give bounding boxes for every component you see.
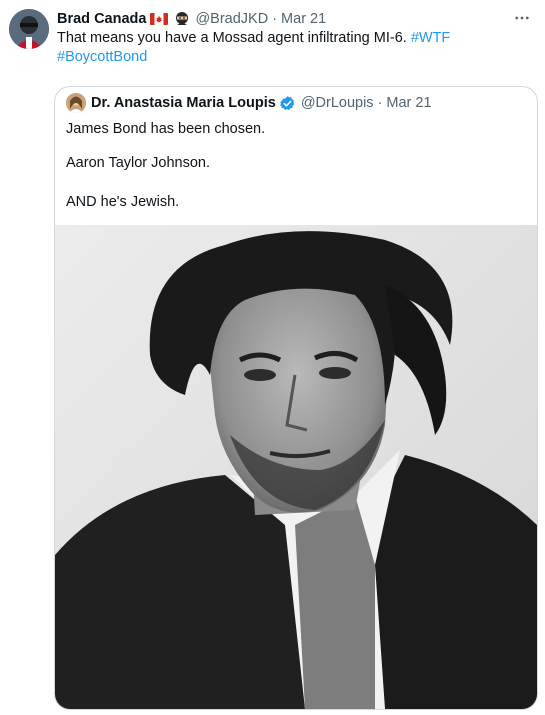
quote-header: Dr. Anastasia Maria Loupis @DrLoupis · M… [66, 93, 432, 113]
more-options-icon[interactable] [511, 8, 533, 28]
quote-author-name[interactable]: Dr. Anastasia Maria Loupis [91, 95, 276, 111]
hashtag-wtf[interactable]: #WTF [411, 30, 450, 46]
tweet-body: That means you have a Mossad agent infil… [57, 30, 407, 46]
quote-text-line-2: Aaron Taylor Johnson. [66, 155, 211, 171]
portrait-photo [55, 225, 537, 709]
verified-badge-icon [279, 95, 296, 112]
tweet[interactable]: Brad Canada @BradJKD · Mar 21 That means… [0, 0, 545, 715]
author-handle[interactable]: @BradJKD [195, 11, 268, 27]
tweet-date[interactable]: Mar 21 [281, 11, 326, 27]
quote-text-line-1: James Bond has been chosen. [66, 121, 266, 137]
quote-author-handle[interactable]: @DrLoupis [301, 95, 374, 111]
canada-flag-icon [150, 13, 169, 25]
quoted-tweet[interactable]: Dr. Anastasia Maria Loupis @DrLoupis · M… [54, 86, 538, 710]
quote-separator-dot: · [377, 95, 383, 111]
tweet-text: That means you have a Mossad agent infil… [57, 29, 527, 67]
quote-author-avatar[interactable] [66, 93, 86, 113]
ninja-emoji-icon [174, 11, 190, 27]
hashtag-boycottbond[interactable]: #BoycottBond [57, 49, 147, 65]
separator-dot: · [272, 11, 278, 27]
author-name[interactable]: Brad Canada [57, 11, 146, 27]
author-avatar[interactable] [9, 9, 49, 49]
quote-photo[interactable] [55, 225, 537, 709]
quote-text-line-3: AND he's Jewish. [66, 194, 180, 210]
quote-date[interactable]: Mar 21 [386, 95, 431, 111]
tweet-header: Brad Canada @BradJKD · Mar 21 [57, 9, 326, 29]
